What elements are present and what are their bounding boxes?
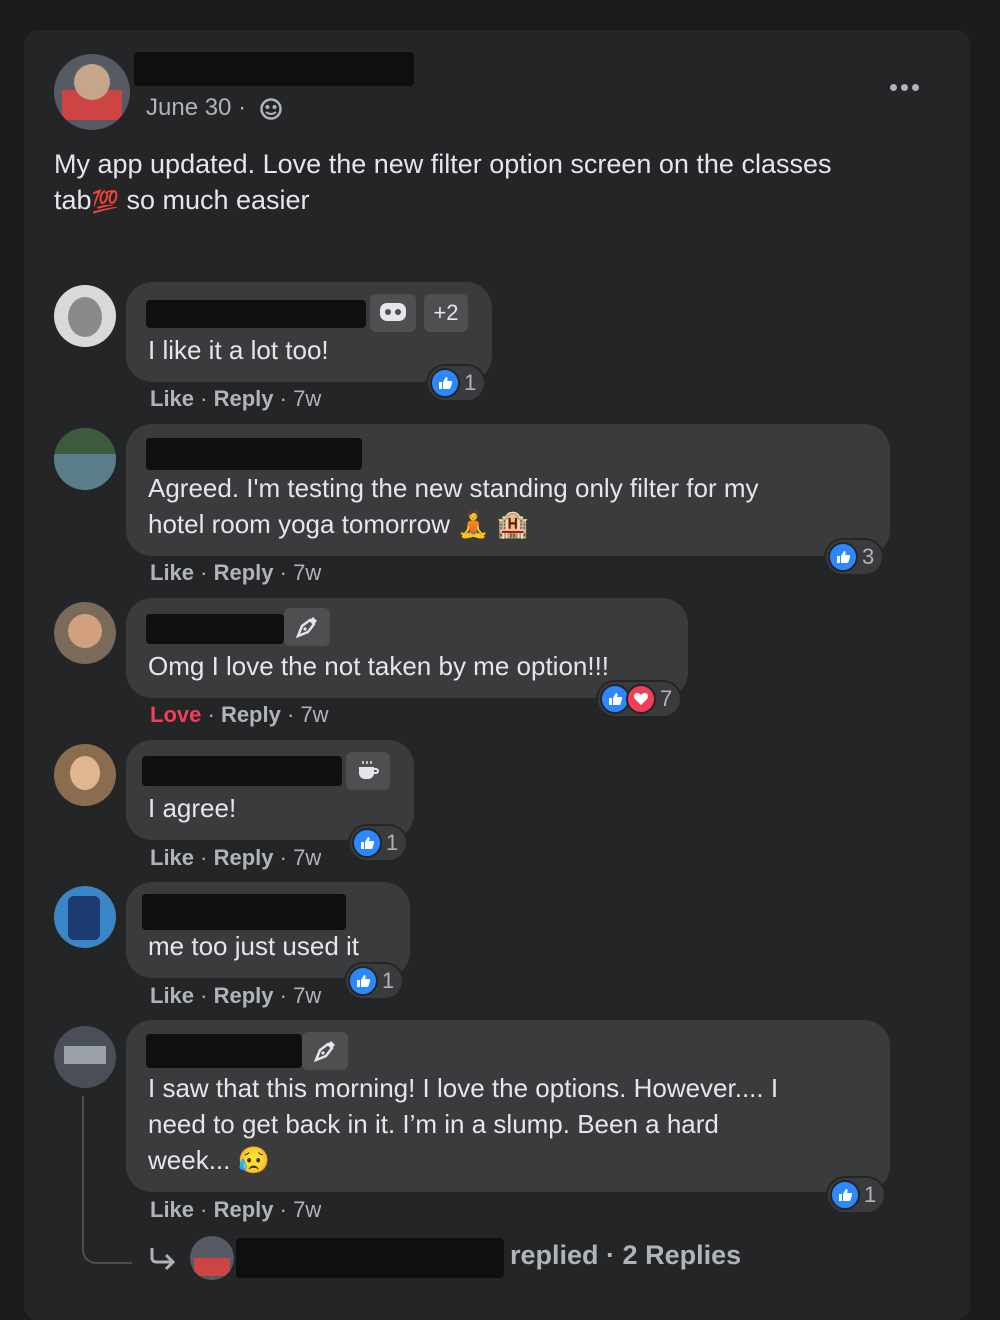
reply-button[interactable]: Reply — [214, 386, 274, 411]
gamer-badge-icon[interactable] — [370, 294, 416, 332]
comment-text: I agree! — [148, 793, 237, 823]
comment-age[interactable]: 7w — [293, 1197, 321, 1222]
comment-text: Omg I love the not taken by me option!!! — [148, 651, 610, 681]
commenter-name-redacted[interactable] — [146, 614, 284, 644]
badge-extra-count[interactable]: +2 — [424, 294, 468, 332]
post-date[interactable]: June 30 · — [146, 94, 246, 122]
coffee-badge-icon[interactable] — [346, 752, 390, 790]
comment-avatar[interactable] — [54, 1026, 116, 1088]
comment-bubble: Omg I love the not taken by me option!!! — [126, 598, 688, 698]
love-button[interactable]: Love — [150, 702, 201, 727]
comment-actions: Like · Reply · 7w — [150, 845, 322, 870]
comment-text: hotel room yoga tomorrow 🧘 🏨 — [148, 509, 530, 539]
like-reaction-icon — [830, 1180, 860, 1210]
replies-summary-text: replied · 2 Replies — [510, 1240, 742, 1270]
globe-privacy-icon — [260, 98, 282, 120]
post-author-avatar[interactable] — [54, 54, 130, 130]
comment-avatar[interactable] — [54, 602, 116, 664]
commenter-name-redacted[interactable] — [146, 1034, 302, 1068]
comment-actions: Love · Reply · 7w — [150, 702, 329, 727]
like-button[interactable]: Like — [150, 560, 194, 585]
comment-text: Agreed. I'm testing the new standing onl… — [148, 473, 759, 503]
comment-actions: Like · Reply · 7w — [150, 1197, 322, 1222]
comment-age[interactable]: 7w — [293, 845, 321, 870]
reply-button[interactable]: Reply — [214, 983, 274, 1008]
commenter-name-redacted[interactable] — [142, 894, 346, 930]
reply-button[interactable]: Reply — [214, 1197, 274, 1222]
comment-text: week... 😥 — [148, 1145, 270, 1175]
hundred-points-emoji: 💯 — [91, 189, 119, 214]
post-text-line-2: tab💯 so much easier — [54, 185, 310, 215]
comment-text: need to get back in it. I’m in a slump. … — [148, 1109, 719, 1139]
comment-text: me too just used it — [148, 931, 359, 961]
comment-avatar[interactable] — [54, 428, 116, 490]
like-button[interactable]: Like — [150, 386, 194, 411]
view-replies-link[interactable]: replied · 2 Replies — [148, 1234, 888, 1282]
comment-bubble: Agreed. I'm testing the new standing onl… — [126, 424, 890, 556]
reaction-summary[interactable]: 1 — [346, 964, 403, 998]
comment-bubble: I agree! — [126, 740, 414, 840]
commenter-name-redacted[interactable] — [142, 756, 342, 786]
comment-bubble: I saw that this morning! I love the opti… — [126, 1020, 890, 1192]
reply-author-name-redacted — [236, 1238, 504, 1278]
like-button[interactable]: Like — [150, 845, 194, 870]
more-options-icon[interactable] — [890, 84, 919, 91]
comment-age[interactable]: 7w — [293, 560, 321, 585]
comment-actions: Like · Reply · 7w — [150, 560, 322, 585]
commenter-name-redacted[interactable] — [146, 438, 362, 470]
reaction-summary[interactable]: 7 — [598, 682, 681, 716]
reaction-summary[interactable]: 1 — [428, 366, 485, 400]
comment-avatar[interactable] — [54, 886, 116, 948]
love-reaction-icon — [626, 684, 656, 714]
post-author-name-redacted — [134, 52, 414, 86]
reply-arrow-icon — [148, 1246, 178, 1272]
post-card: June 30 · My app updated. Love the new f… — [24, 30, 970, 1320]
commenter-name-redacted[interactable] — [146, 300, 366, 328]
comment-age[interactable]: 7w — [300, 702, 328, 727]
like-reaction-icon — [348, 966, 378, 996]
comment-avatar[interactable] — [54, 744, 116, 806]
reaction-summary[interactable]: 1 — [828, 1178, 885, 1212]
reaction-summary[interactable]: 1 — [350, 826, 407, 860]
comment-avatar[interactable] — [54, 285, 116, 347]
pen-badge-icon[interactable] — [284, 608, 330, 646]
like-reaction-icon — [828, 542, 858, 572]
reply-author-avatar — [190, 1236, 234, 1280]
post-text-line-1: My app updated. Love the new filter opti… — [54, 149, 832, 179]
comment-text: I like it a lot too! — [148, 335, 329, 365]
post-text: My app updated. Love the new filter opti… — [54, 146, 934, 220]
like-button[interactable]: Like — [150, 983, 194, 1008]
reply-thread-line — [82, 1096, 132, 1264]
comment-age[interactable]: 7w — [293, 983, 321, 1008]
comment-actions: Like · Reply · 7w — [150, 983, 322, 1008]
comment-actions: Like · Reply · 7w — [150, 386, 322, 411]
reply-button[interactable]: Reply — [221, 702, 281, 727]
reply-button[interactable]: Reply — [214, 560, 274, 585]
reaction-summary[interactable]: 3 — [826, 540, 883, 574]
comment-age[interactable]: 7w — [293, 386, 321, 411]
reply-button[interactable]: Reply — [214, 845, 274, 870]
like-reaction-icon — [430, 368, 460, 398]
like-reaction-icon — [352, 828, 382, 858]
like-button[interactable]: Like — [150, 1197, 194, 1222]
comment-text: I saw that this morning! I love the opti… — [148, 1073, 779, 1103]
pen-badge-icon[interactable] — [302, 1032, 348, 1070]
